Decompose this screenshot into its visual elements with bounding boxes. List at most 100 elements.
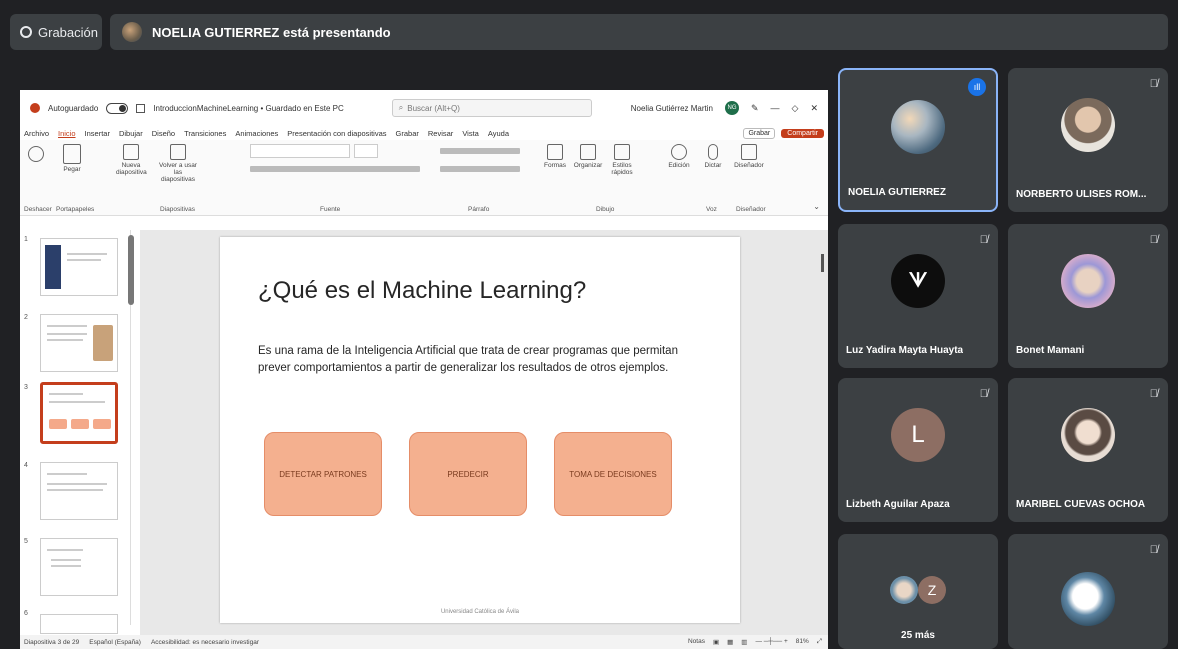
- normal-view-icon[interactable]: ▣: [713, 638, 719, 646]
- fit-slide-icon[interactable]: ⤢: [817, 638, 822, 646]
- user-avatar[interactable]: NG: [724, 101, 739, 115]
- sorter-view-icon[interactable]: ▦: [727, 638, 733, 646]
- avatar: ᗐ: [891, 254, 945, 308]
- paragraph-row-2[interactable]: [440, 166, 520, 172]
- participant-tile-norberto[interactable]: 🎙̸ NORBERTO ULISES ROM...: [1008, 68, 1168, 212]
- participant-tile-noelia[interactable]: ıll NOELIA GUTIERREZ: [838, 68, 998, 212]
- slide-thumbnail-1[interactable]: [40, 238, 118, 296]
- minimize-icon[interactable]: —: [771, 103, 780, 113]
- paragraph-row-1[interactable]: [440, 148, 520, 154]
- slide-counter: Diapositiva 3 de 29: [24, 638, 80, 646]
- menu-insertar[interactable]: Insertar: [85, 129, 110, 138]
- quick-styles-button[interactable]: Estilos rápidos: [606, 144, 638, 176]
- participant-tile-luz[interactable]: 🎙̸ ᗐ Luz Yadira Mayta Huayta: [838, 224, 998, 368]
- menu-presentacion[interactable]: Presentación con diapositivas: [287, 129, 386, 138]
- file-title: IntroduccionMachineLearning • Guardado e…: [153, 103, 344, 113]
- menu-archivo[interactable]: Archivo: [24, 129, 49, 138]
- mic-off-icon: 🎙̸: [979, 234, 988, 246]
- slide-thumbnail-5[interactable]: [40, 538, 118, 596]
- font-name-box[interactable]: [250, 144, 350, 158]
- thumbnail-scrollbar[interactable]: [128, 235, 134, 305]
- thumb-number: 3: [24, 384, 28, 391]
- share-button[interactable]: Compartir: [781, 128, 824, 138]
- menu-vista[interactable]: Vista: [462, 129, 479, 138]
- menu-transiciones[interactable]: Transiciones: [184, 129, 226, 138]
- arrange-label: Organizar: [573, 162, 603, 169]
- ribbon-collapse-icon[interactable]: ⌄: [813, 202, 820, 211]
- slide-body[interactable]: Es una rama de la Inteligencia Artificia…: [258, 343, 708, 377]
- reuse-slides-label: Volver a usar las diapositivas: [159, 162, 197, 183]
- menu-grabar[interactable]: Grabar: [396, 129, 419, 138]
- notes-button[interactable]: Notas: [688, 638, 705, 646]
- font-size-box[interactable]: [354, 144, 378, 158]
- participant-tile-maribel[interactable]: 🎙̸ MARIBEL CUEVAS OCHOA: [1008, 378, 1168, 522]
- participant-name: Luz Yadira Mayta Huayta: [846, 345, 964, 356]
- participant-name: Lizbeth Aguilar Apaza: [846, 499, 950, 510]
- slide-title[interactable]: ¿Qué es el Machine Learning?: [258, 277, 586, 305]
- avatar: [1061, 408, 1115, 462]
- participant-tile-bonet[interactable]: 🎙̸ Bonet Mamani: [1008, 224, 1168, 368]
- mic-off-icon: 🎙̸: [979, 388, 988, 400]
- slide-scrollbar[interactable]: [821, 254, 824, 272]
- thumb-number: 6: [24, 610, 28, 617]
- thumb-line: [47, 325, 87, 327]
- new-slide-button[interactable]: Nueva diapositiva: [116, 144, 147, 176]
- thumb-box: [49, 419, 67, 429]
- mic-off-icon: 🎙̸: [1149, 544, 1158, 556]
- powerpoint-logo-icon: [30, 103, 40, 113]
- box-decision-making[interactable]: TOMA DE DECISIONES: [554, 432, 672, 516]
- designer-button[interactable]: Diseñador: [732, 144, 766, 169]
- ppt-search-box[interactable]: ⌕ Buscar (Alt+Q): [391, 99, 592, 117]
- dictate-button[interactable]: Dictar: [700, 144, 726, 169]
- avatar: [1061, 572, 1115, 626]
- participant-tile-8[interactable]: 🎙̸: [1008, 534, 1168, 649]
- box-detect-patterns[interactable]: DETECTAR PATRONES: [264, 432, 382, 516]
- save-icon[interactable]: [136, 103, 146, 113]
- avatar: [1061, 254, 1115, 308]
- editing-button[interactable]: Edición: [666, 144, 692, 169]
- paste-button[interactable]: Pegar: [60, 144, 84, 173]
- shared-screen: Autoguardado IntroduccionMachineLearning…: [20, 90, 828, 649]
- language-status[interactable]: Español (España): [89, 639, 141, 646]
- menu-ayuda[interactable]: Ayuda: [488, 129, 509, 138]
- undo-button[interactable]: [26, 146, 46, 164]
- menu-dibujar[interactable]: Dibujar: [119, 129, 143, 138]
- thumb-line: [47, 473, 87, 475]
- reading-view-icon[interactable]: ▥: [741, 638, 747, 646]
- reuse-slides-button[interactable]: Volver a usar las diapositivas: [156, 144, 200, 183]
- group-label-voice: Voz: [706, 206, 717, 213]
- menu-inicio[interactable]: Inicio: [58, 129, 76, 138]
- slide-thumbnail-2[interactable]: [40, 314, 118, 372]
- recording-button[interactable]: Grabación: [10, 14, 102, 50]
- menu-diseno[interactable]: Diseño: [152, 129, 175, 138]
- pen-icon[interactable]: ✎: [751, 103, 759, 114]
- participant-tile-more[interactable]: Z 25 más: [838, 534, 998, 649]
- zoom-level[interactable]: 81%: [796, 638, 809, 646]
- thumb-line: [49, 393, 83, 395]
- participant-tile-lizbeth[interactable]: 🎙̸ L Lizbeth Aguilar Apaza: [838, 378, 998, 522]
- slide-thumbnail-6[interactable]: [40, 614, 118, 634]
- current-slide[interactable]: ¿Qué es el Machine Learning? Es una rama…: [220, 237, 740, 623]
- quick-styles-icon: [614, 144, 630, 160]
- menu-revisar[interactable]: Revisar: [428, 129, 453, 138]
- thumb-number: 2: [24, 314, 28, 321]
- accessibility-status[interactable]: Accesibilidad: es necesario investigar: [151, 639, 259, 646]
- slide-thumbnail-3[interactable]: [40, 382, 118, 444]
- quick-styles-label: Estilos rápidos: [611, 162, 633, 176]
- mic-off-icon: 🎙̸: [1149, 388, 1158, 400]
- maximize-icon[interactable]: ◇: [792, 103, 799, 114]
- close-icon[interactable]: ✕: [810, 103, 818, 114]
- avatar: [891, 100, 945, 154]
- zoom-slider[interactable]: — ─┼── +: [755, 638, 787, 646]
- thumb-number: 4: [24, 462, 28, 469]
- thumb-2-image: [93, 325, 113, 361]
- arrange-button[interactable]: Organizar: [572, 144, 604, 169]
- font-format-row[interactable]: [250, 166, 420, 172]
- shapes-button[interactable]: Formas: [540, 144, 570, 169]
- record-button[interactable]: Grabar: [743, 127, 776, 139]
- menu-animaciones[interactable]: Animaciones: [235, 129, 278, 138]
- more-participants-count: 25 más: [901, 630, 935, 641]
- box-predict[interactable]: PREDECIR: [409, 432, 527, 516]
- slide-thumbnail-4[interactable]: [40, 462, 118, 520]
- autosave-toggle[interactable]: [106, 102, 129, 114]
